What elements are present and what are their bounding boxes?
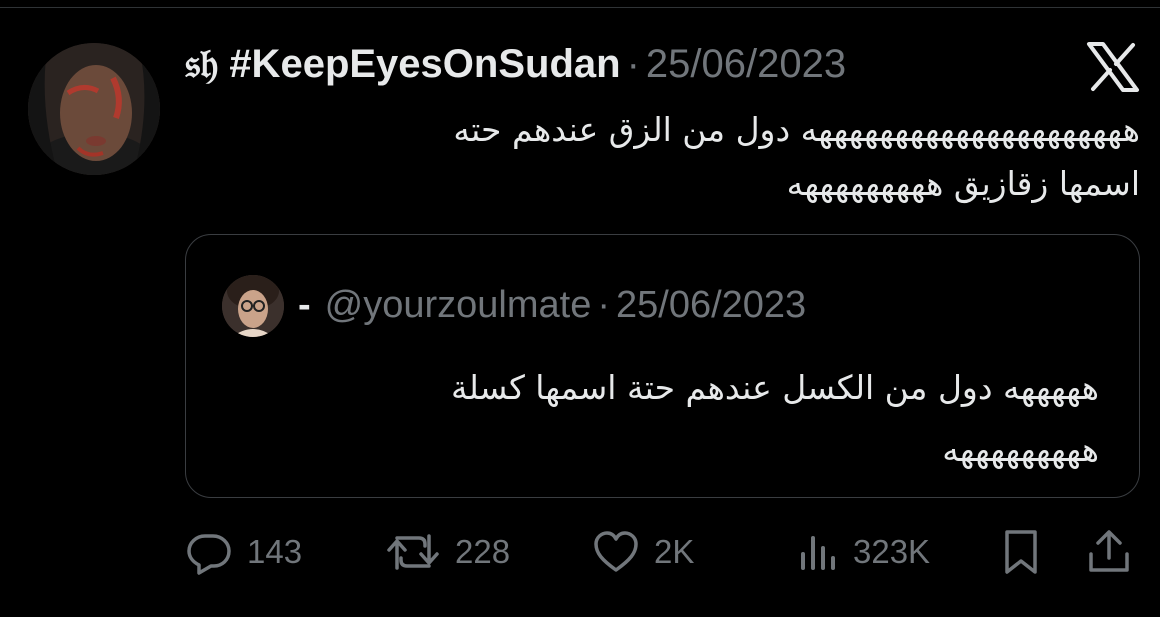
repost-icon bbox=[385, 528, 441, 576]
quoted-date: 25/06/2023 bbox=[616, 283, 807, 326]
reply-count: 143 bbox=[247, 533, 303, 570]
quoted-tweet-text: هههههه دول من الكسل عندهم حتة اسمها كسلة… bbox=[239, 357, 1099, 481]
repost-count: 228 bbox=[455, 533, 511, 570]
separator-dot: · bbox=[626, 41, 640, 86]
reply-icon bbox=[185, 528, 233, 576]
share-icon bbox=[1085, 528, 1133, 576]
quoted-text-line: هههههه دول من الكسل عندهم حتة اسمها كسلة bbox=[451, 368, 1099, 407]
tweet-text-line: هههههههههههههههههههههه دول من الزق عندهم… bbox=[453, 110, 1140, 149]
quoted-display-name[interactable]: - bbox=[298, 284, 311, 327]
like-button[interactable]: 2K bbox=[592, 520, 694, 584]
action-bar: 143 228 2K 323K bbox=[185, 520, 1140, 584]
tweet-header: 𝔰𝔥 #KeepEyesOnSudan · 25/06/2023 bbox=[185, 38, 846, 90]
tweet-date[interactable]: 25/06/2023 bbox=[646, 42, 846, 87]
author-avatar[interactable] bbox=[28, 43, 160, 175]
quoted-text-line: هههههههههه bbox=[942, 430, 1099, 469]
quoted-tweet-header: - @yourzoulmate · 25/06/2023 bbox=[298, 277, 806, 333]
tweet[interactable]: 𝔰𝔥 #KeepEyesOnSudan · 25/06/2023 ههههههه… bbox=[0, 0, 1160, 617]
share-button[interactable] bbox=[1085, 520, 1133, 584]
bookmark-button[interactable] bbox=[997, 520, 1045, 584]
like-count: 2K bbox=[654, 533, 695, 570]
separator-dot: · bbox=[597, 283, 610, 326]
views-button[interactable]: 323K bbox=[795, 520, 930, 584]
repost-button[interactable]: 228 bbox=[385, 520, 510, 584]
reply-button[interactable]: 143 bbox=[185, 520, 302, 584]
quoted-handle[interactable]: @yourzoulmate bbox=[325, 284, 592, 327]
tweet-text-line: اسمها زقازيق هههههههههه bbox=[786, 164, 1140, 203]
tweet-text: هههههههههههههههههههههه دول من الزق عندهم… bbox=[180, 103, 1140, 211]
bookmark-icon bbox=[997, 528, 1045, 576]
quoted-tweet[interactable]: - @yourzoulmate · 25/06/2023 هههههه دول … bbox=[185, 234, 1140, 498]
author-display-name[interactable]: 𝔰𝔥 #KeepEyesOnSudan bbox=[185, 42, 621, 87]
views-icon bbox=[795, 528, 843, 576]
x-logo-icon[interactable] bbox=[1086, 42, 1140, 92]
heart-icon bbox=[592, 528, 640, 576]
quoted-author-avatar[interactable] bbox=[222, 275, 284, 337]
views-count: 323K bbox=[853, 533, 931, 570]
